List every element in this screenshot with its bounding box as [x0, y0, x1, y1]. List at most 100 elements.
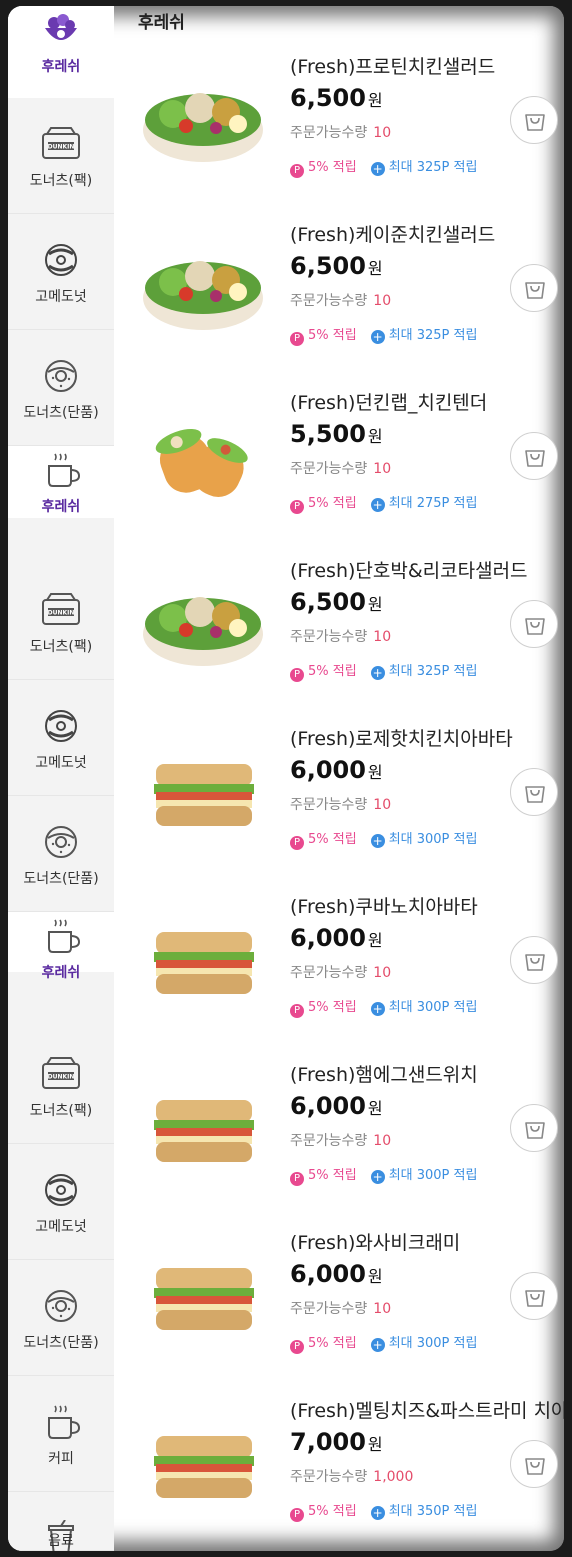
points-info: P 5% 적립 + 최대 350P 적립 — [290, 1500, 477, 1522]
order-quantity-label: 주문가능수량 — [290, 293, 368, 309]
sidebar-item[interactable]: 도너츠(단품) — [8, 796, 114, 912]
point-icon: P — [290, 164, 304, 178]
currency-unit: 원 — [367, 1435, 383, 1454]
product-name[interactable]: (Fresh)햄에그샌드위치 — [290, 1060, 478, 1087]
svg-text:DUNKIN: DUNKIN — [48, 144, 75, 151]
gourmet-donut-icon — [39, 708, 83, 744]
sidebar-item[interactable]: 후레쉬 — [8, 446, 114, 518]
product-image[interactable] — [138, 740, 268, 844]
product-price: 6,500 원 — [290, 84, 383, 112]
product-name[interactable]: (Fresh)프로틴치킨샐러드 — [290, 52, 495, 79]
donut-icon — [39, 824, 83, 860]
add-to-cart-button[interactable] — [510, 432, 558, 480]
sidebar-item[interactable]: 후레쉬 — [8, 6, 114, 98]
product-card[interactable]: (Fresh)케이준치킨샐러드 6,500 원 주문가능수량 10 P 5% 적립 + 최대 3… — [128, 212, 564, 380]
max-points: 최대 350P 적립 — [388, 1504, 478, 1519]
add-to-cart-button[interactable] — [510, 1272, 558, 1320]
product-name[interactable]: (Fresh)단호박&리코타샐러드 — [290, 556, 528, 583]
product-name[interactable]: (Fresh)와사비크래미 — [290, 1228, 460, 1255]
point-icon: P — [290, 1172, 304, 1186]
order-quantity-label: 주문가능수량 — [290, 797, 368, 813]
sidebar-item-label: 도너츠(단품) — [23, 405, 99, 421]
product-image[interactable] — [138, 908, 268, 1012]
product-card[interactable]: (Fresh)쿠바노치아바타 6,000 원 주문가능수량 10 P 5% 적립 + 최대 30… — [128, 884, 564, 1052]
product-card[interactable]: (Fresh)와사비크래미 6,000 원 주문가능수량 10 P 5% 적립 + 최대 300… — [128, 1220, 564, 1388]
product-card[interactable]: (Fresh)햄에그샌드위치 6,000 원 주문가능수량 10 P 5% 적립 + 최대 30… — [128, 1052, 564, 1220]
product-card[interactable]: (Fresh)멜팅치즈&파스트라미 치아바타 7,000원주문가능수량 1,000 P… — [128, 1388, 564, 1551]
max-points: 최대 300P 적립 — [388, 1168, 478, 1183]
price-value: 7,000 — [290, 1428, 366, 1456]
sidebar-item-label: 후레쉬 — [41, 965, 81, 981]
sidebar-item-label: 고메도넛 — [35, 1219, 87, 1235]
order-quantity-value: 10 — [373, 965, 392, 981]
sidebar-item[interactable]: DUNKIN 도너츠(팩) — [8, 1028, 114, 1144]
sidebar-item[interactable]: 도너츠(단품) — [8, 1260, 114, 1376]
sidebar-item[interactable]: DUNKIN 도너츠(팩) — [8, 98, 114, 214]
order-quantity-label: 주문가능수량 — [290, 629, 368, 645]
order-quantity-label: 주문가능수량 — [290, 461, 368, 477]
point-icon: P — [290, 1340, 304, 1354]
sidebar-item[interactable]: 후레쉬 — [8, 912, 114, 981]
product-image[interactable] — [138, 1076, 268, 1180]
salad-bowl-icon — [39, 12, 83, 48]
add-to-cart-button[interactable] — [510, 936, 558, 984]
gourmet-donut-icon — [39, 1172, 83, 1208]
points-info: P 5% 적립 + 최대 275P 적립 — [290, 492, 477, 514]
order-quantity-value: 10 — [373, 1133, 392, 1149]
sidebar-item[interactable]: 음료 — [8, 1492, 114, 1551]
order-quantity: 주문가능수량 10 — [290, 794, 391, 814]
points-info: P 5% 적립 + 최대 325P 적립 — [290, 156, 477, 178]
product-image[interactable] — [138, 404, 268, 508]
add-to-cart-button[interactable] — [510, 1104, 558, 1152]
currency-unit: 원 — [367, 931, 383, 950]
product-name[interactable]: (Fresh)케이준치킨샐러드 — [290, 220, 495, 247]
point-rate: 5% 적립 — [308, 832, 357, 847]
order-quantity-label: 주문가능수량 — [290, 1469, 368, 1485]
product-card[interactable]: (Fresh)프로틴치킨샐러드 6,500 원 주문가능수량 10 P 5% 적립 + 최대 3… — [128, 44, 564, 212]
plus-icon: + — [370, 1002, 385, 1016]
sidebar-item[interactable]: DUNKIN 도너츠(팩) — [8, 564, 114, 680]
product-name[interactable]: (Fresh)멜팅치즈&파스트라미 치아바타 — [290, 1396, 564, 1423]
shopping-bag-icon — [525, 1122, 545, 1139]
sidebar-item[interactable]: 고메도넛 — [8, 680, 114, 796]
point-rate: 5% 적립 — [308, 160, 357, 175]
product-image[interactable] — [138, 572, 268, 676]
product-card[interactable]: (Fresh)던킨랩_치킨텐더 5,500 원 주문가능수량 10 P 5% 적립 + 최대 2… — [128, 380, 564, 548]
product-name[interactable]: (Fresh)쿠바노치아바타 — [290, 892, 478, 919]
point-icon: P — [290, 836, 304, 850]
price-value: 6,000 — [290, 1260, 366, 1288]
point-icon: P — [290, 500, 304, 514]
add-to-cart-button[interactable] — [510, 1440, 558, 1488]
product-card[interactable]: (Fresh)단호박&리코타샐러드 6,500 원 주문가능수량 10 P 5% 적립 + 최대… — [128, 548, 564, 716]
sidebar-item-label: 고메도넛 — [35, 755, 87, 771]
sidebar-item-label: 도너츠(단품) — [23, 871, 99, 887]
product-card[interactable]: (Fresh)로제핫치킨치아바타 6,000 원 주문가능수량 10 P 5% 적립 + 최대 … — [128, 716, 564, 884]
shopping-bag-icon — [525, 114, 545, 131]
point-icon: P — [290, 332, 304, 346]
add-to-cart-button[interactable] — [510, 600, 558, 648]
product-image[interactable] — [138, 1244, 268, 1348]
product-image[interactable] — [138, 1412, 268, 1516]
add-to-cart-button[interactable] — [510, 264, 558, 312]
sidebar-item[interactable]: 도너츠(단품) — [8, 330, 114, 446]
max-points: 최대 300P 적립 — [388, 1000, 478, 1015]
donut-icon — [39, 1288, 83, 1324]
currency-unit: 원 — [367, 427, 383, 446]
add-to-cart-button[interactable] — [510, 96, 558, 144]
product-name[interactable]: (Fresh)던킨랩_치킨텐더 — [290, 388, 487, 415]
product-name[interactable]: (Fresh)로제핫치킨치아바타 — [290, 724, 513, 751]
sidebar-item[interactable]: 고메도넛 — [8, 214, 114, 330]
product-image[interactable] — [138, 68, 268, 172]
currency-unit: 원 — [367, 763, 383, 782]
product-price: 5,500 원 — [290, 420, 383, 448]
sidebar-item-label: 도너츠(팩) — [29, 1103, 93, 1119]
order-quantity: 주문가능수량 10 — [290, 962, 391, 982]
product-image[interactable] — [138, 236, 268, 340]
product-price: 7,000 원 — [290, 1428, 383, 1456]
sidebar-item[interactable]: 고메도넛 — [8, 1144, 114, 1260]
sidebar-item-label: 도너츠(팩) — [29, 639, 93, 655]
price-value: 6,500 — [290, 588, 366, 616]
add-to-cart-button[interactable] — [510, 768, 558, 816]
point-icon: P — [290, 1004, 304, 1018]
sidebar-item[interactable]: 커피 — [8, 1376, 114, 1492]
